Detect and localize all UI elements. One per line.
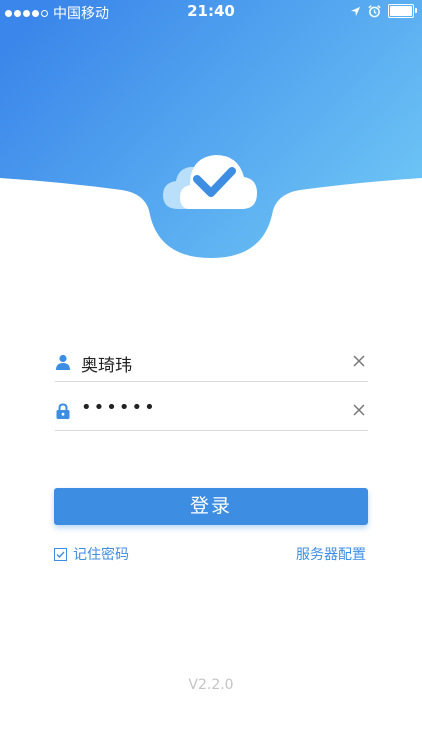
clear-password-button[interactable]	[352, 401, 366, 419]
username-input[interactable]: 奥琦玮	[81, 351, 132, 376]
status-right	[350, 4, 417, 18]
password-field[interactable]: ••••••	[55, 394, 368, 431]
status-bar: 中国移动 21:40	[0, 0, 422, 24]
header-background	[0, 0, 422, 258]
lock-icon	[56, 403, 70, 419]
username-field[interactable]: 奥琦玮	[55, 345, 368, 382]
remember-password-label: 记住密码	[73, 547, 129, 563]
checkbox-checked-icon[interactable]	[54, 547, 67, 561]
close-icon	[353, 404, 365, 416]
alarm-clock-icon	[368, 4, 381, 17]
user-icon	[56, 354, 70, 370]
clear-username-button[interactable]	[352, 352, 366, 370]
password-input[interactable]: ••••••	[81, 397, 157, 418]
login-button[interactable]: 登录	[54, 488, 368, 525]
battery-icon	[388, 4, 417, 18]
remember-password-toggle[interactable]: 记住密码	[54, 544, 129, 564]
close-icon	[353, 355, 365, 367]
app-version: V2.2.0	[188, 677, 234, 693]
location-arrow-icon	[350, 6, 361, 16]
server-config-link[interactable]: 服务器配置	[296, 544, 366, 564]
cloud-check-icon	[163, 155, 257, 209]
